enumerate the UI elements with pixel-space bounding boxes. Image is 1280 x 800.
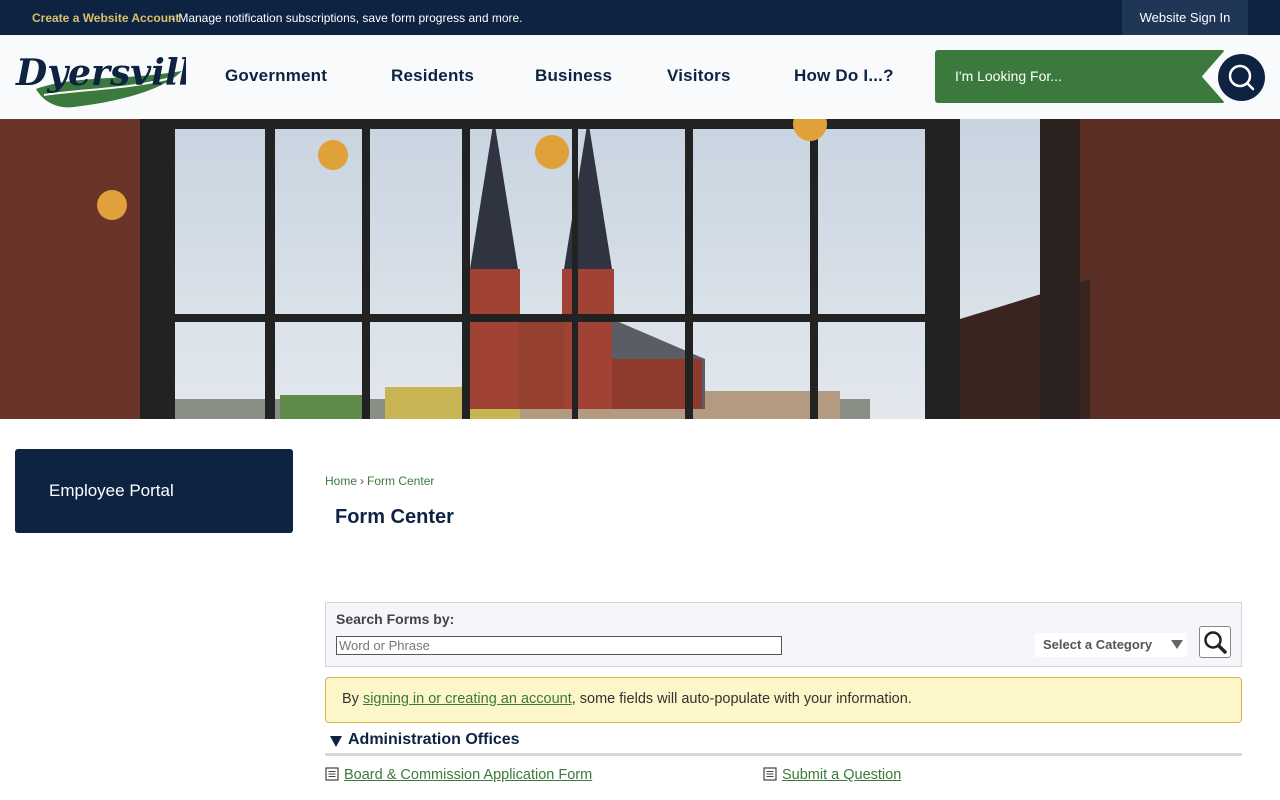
nav-business[interactable]: Business — [535, 66, 612, 86]
account-description: - Manage notification subscriptions, sav… — [171, 11, 523, 25]
employee-portal-label: Employee Portal — [49, 481, 174, 500]
breadcrumb-home[interactable]: Home — [325, 474, 357, 488]
notice-before: By — [342, 691, 363, 707]
form-document-icon — [325, 767, 339, 781]
logo-lettering: Dyersville — [15, 52, 186, 94]
site-search-button[interactable] — [1218, 54, 1265, 101]
search-icon — [1204, 631, 1227, 654]
sign-in-create-account-link[interactable]: signing in or creating an account — [363, 691, 572, 707]
hero-banner-image — [0, 119, 1280, 419]
site-header: Dyersville Government Residents Business… — [0, 35, 1280, 119]
search-forms-panel: Search Forms by: Select a Category — [325, 602, 1242, 667]
website-sign-in-button[interactable]: Website Sign In — [1122, 0, 1248, 35]
form-link-label: Submit a Question — [782, 767, 902, 783]
chevron-down-icon — [1171, 640, 1183, 649]
autopopulate-notice: By signing in or creating an account, so… — [325, 677, 1242, 723]
form-link-label: Board & Commission Application Form — [344, 767, 593, 783]
section-administration-offices[interactable]: Administration Offices — [325, 729, 1242, 756]
nav-how-do-i[interactable]: How Do I...? — [794, 66, 894, 86]
site-search-placeholder: I'm Looking For... — [955, 68, 1062, 84]
site-search-input[interactable]: I'm Looking For... — [935, 50, 1225, 103]
form-document-icon — [763, 767, 777, 781]
nav-government[interactable]: Government — [225, 66, 327, 86]
dyersville-logo[interactable]: Dyersville — [14, 45, 215, 111]
form-link-board-commission[interactable]: Board & Commission Application Form — [325, 767, 592, 783]
employee-portal-button[interactable]: Employee Portal — [15, 449, 293, 533]
notice-after: , some fields will auto-populate with yo… — [571, 691, 912, 707]
page-title: Form Center — [335, 506, 454, 528]
top-utility-bar: Create a Website Account - Manage notifi… — [0, 0, 1280, 35]
form-link-submit-question[interactable]: Submit a Question — [763, 767, 901, 783]
create-account-link[interactable]: Create a Website Account — [32, 11, 179, 25]
form-search-button[interactable] — [1199, 626, 1231, 658]
notice-text: By signing in or creating an account, so… — [342, 691, 912, 707]
collapse-triangle-icon — [330, 736, 342, 747]
nav-visitors[interactable]: Visitors — [667, 66, 731, 86]
breadcrumb-form-center[interactable]: Form Center — [367, 474, 434, 488]
form-search-input[interactable] — [336, 636, 782, 655]
search-icon — [1228, 64, 1255, 91]
breadcrumb: Home › Form Center — [325, 474, 434, 488]
category-select-label: Select a Category — [1043, 637, 1153, 652]
nav-residents[interactable]: Residents — [391, 66, 474, 86]
breadcrumb-separator: › — [360, 474, 365, 488]
section-title: Administration Offices — [348, 731, 520, 748]
search-forms-label: Search Forms by: — [336, 611, 455, 627]
category-select[interactable]: Select a Category — [1035, 633, 1187, 657]
